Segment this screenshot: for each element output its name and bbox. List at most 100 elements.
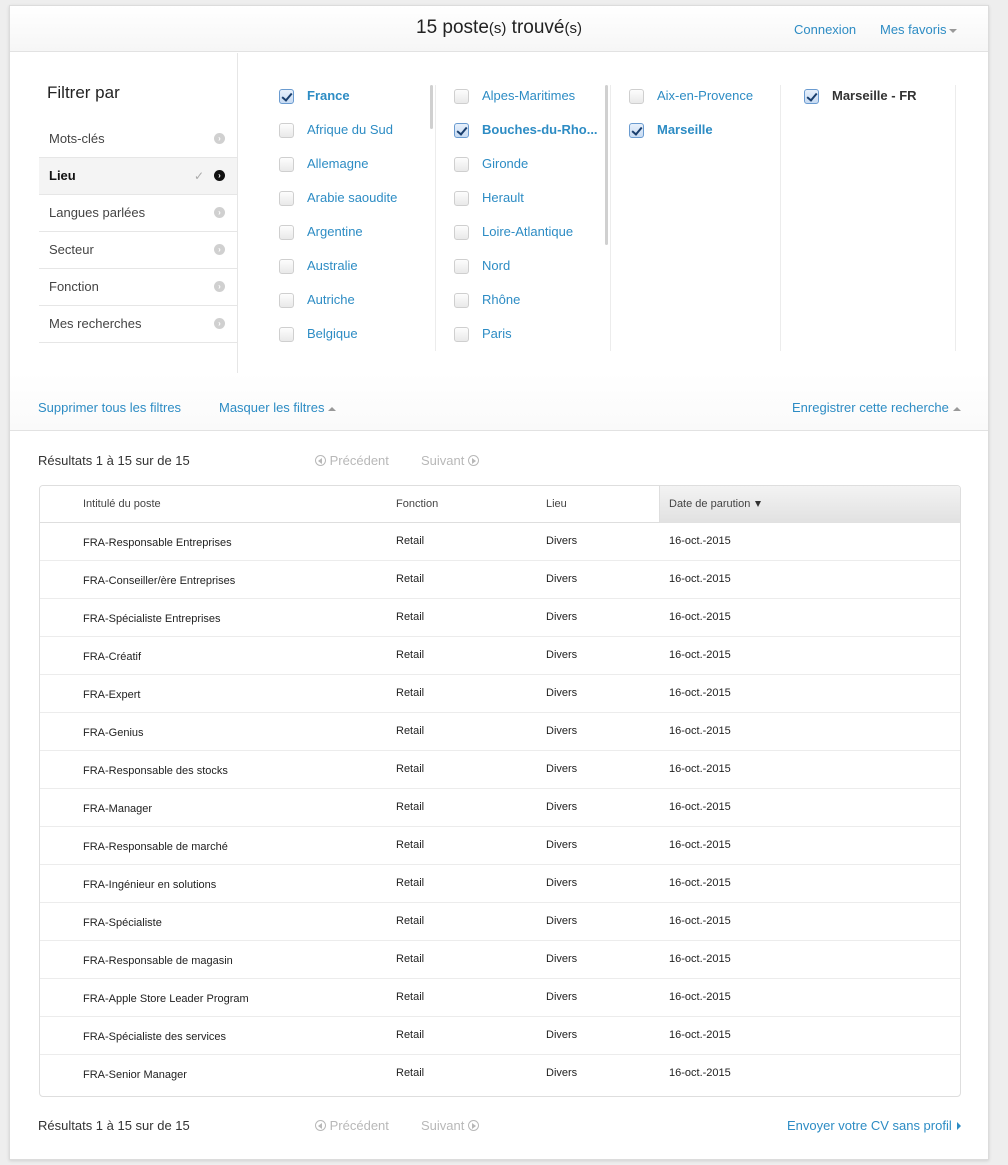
job-title-link[interactable]: FRA-Conseiller/ère Entreprises (83, 575, 235, 587)
filter-category-5[interactable]: Mes recherches › (39, 306, 237, 343)
chevron-right-icon: › (214, 133, 225, 144)
checkbox[interactable] (454, 157, 469, 172)
hide-filters-link[interactable]: Masquer les filtres (219, 400, 337, 415)
option-label: Alpes-Maritimes (482, 88, 576, 103)
send-cv-link[interactable]: Envoyer votre CV sans profil (787, 1118, 961, 1133)
location-cell: Divers (546, 687, 578, 699)
job-title-link[interactable]: FRA-Responsable de marché (83, 841, 228, 853)
job-title-link[interactable]: FRA-Responsable Entreprises (83, 537, 232, 549)
results-table: Intitulé du poste Fonction Lieu Date de … (39, 485, 961, 1097)
option-label: Allemagne (307, 156, 369, 171)
checkbox[interactable] (454, 293, 469, 308)
function-cell: Retail (396, 763, 425, 775)
save-search-label: Enregistrer cette recherche (792, 400, 949, 415)
checkbox[interactable] (279, 157, 294, 172)
filter-category-1[interactable]: Lieu ✓ › (39, 158, 237, 195)
date-cell: 16-oct.-2015 (669, 1029, 731, 1041)
filter-category-3[interactable]: Secteur › (39, 232, 237, 269)
table-row[interactable]: FRA-Senior Manager Retail Divers 16-oct.-20… (40, 1055, 960, 1093)
checkbox[interactable] (279, 89, 294, 104)
column-header-function[interactable]: Fonction (396, 498, 438, 510)
job-title-link[interactable]: FRA-Spécialiste (83, 917, 162, 929)
job-title-link[interactable]: FRA-Expert (83, 689, 140, 701)
table-row[interactable]: FRA-Ingénieur en solutions Retail Divers 16… (40, 865, 960, 903)
results-summary-bottom: Résultats 1 à 15 sur de 15 (38, 1118, 190, 1133)
checkbox[interactable] (454, 123, 469, 138)
chevron-up-icon (952, 406, 961, 411)
country-scrollbar[interactable] (430, 85, 433, 129)
checkbox[interactable] (279, 293, 294, 308)
column-header-date[interactable]: Date de parution (669, 498, 762, 510)
table-row[interactable]: FRA-Spécialiste Entreprises Retail Divers 1… (40, 599, 960, 637)
job-title-link[interactable]: FRA-Manager (83, 803, 152, 815)
job-title-link[interactable]: FRA-Responsable des stocks (83, 765, 228, 777)
date-cell: 16-oct.-2015 (669, 801, 731, 813)
next-button-top[interactable]: Suivant (421, 453, 479, 468)
next-label: Suivant (421, 453, 465, 468)
favoris-menu[interactable]: Mes favoris (880, 22, 958, 37)
checkbox[interactable] (454, 89, 469, 104)
table-row[interactable]: FRA-Spécialiste Retail Divers 16-oct.-2015 (40, 903, 960, 941)
job-title-link[interactable]: FRA-Senior Manager (83, 1069, 187, 1081)
option-label: Arabie saoudite (307, 190, 398, 205)
job-title-link[interactable]: FRA-Spécialiste des services (83, 1031, 226, 1043)
checkbox[interactable] (279, 327, 294, 342)
title-count: 15 poste (416, 17, 489, 38)
function-cell: Retail (396, 1067, 425, 1079)
job-title-link[interactable]: FRA-Créatif (83, 651, 141, 663)
checkbox[interactable] (279, 191, 294, 206)
next-button-bottom[interactable]: Suivant (421, 1118, 479, 1133)
table-row[interactable]: FRA-Conseiller/ère Entreprises Retail Dive… (40, 561, 960, 599)
filter-category-2[interactable]: Langues parlées › (39, 195, 237, 232)
table-row[interactable]: FRA-Genius Retail Divers 16-oct.-2015 (40, 713, 960, 751)
checkbox[interactable] (279, 123, 294, 138)
option-label: Aix-en-Provence (657, 88, 754, 103)
job-title-link[interactable]: FRA-Apple Store Leader Program (83, 993, 249, 1005)
checkbox[interactable] (804, 89, 819, 104)
filter-panel: Filtrer par Mots-clés › Lieu ✓ › Langues parl… (10, 53, 988, 431)
table-row[interactable]: FRA-Apple Store Leader Program Retail Dive… (40, 979, 960, 1017)
save-search-link[interactable]: Enregistrer cette recherche (792, 400, 961, 415)
next-label: Suivant (421, 1118, 465, 1133)
filter-category-label: Fonction (49, 279, 99, 294)
checkbox[interactable] (454, 191, 469, 206)
job-title-link[interactable]: FRA-Ingénieur en solutions (83, 879, 216, 891)
clear-filters-link[interactable]: Supprimer tous les filtres (38, 400, 181, 415)
option-label: Rhône (482, 292, 521, 307)
filter-category-0[interactable]: Mots-clés › (39, 121, 237, 158)
table-row[interactable]: FRA-Expert Retail Divers 16-oct.-2015 (40, 675, 960, 713)
column-header-location[interactable]: Lieu (546, 498, 567, 510)
connexion-link[interactable]: Connexion (794, 22, 856, 37)
location-cell: Divers (546, 763, 578, 775)
table-row[interactable]: FRA-Responsable de marché Retail Divers 16-… (40, 827, 960, 865)
checkbox[interactable] (279, 259, 294, 274)
column-header-title[interactable]: Intitulé du poste (83, 498, 161, 510)
table-row[interactable]: FRA-Responsable Entreprises Retail Divers 1… (40, 523, 960, 561)
filter-category-label: Mots-clés (49, 131, 105, 146)
checkbox[interactable] (454, 327, 469, 342)
filter-category-menu: Mots-clés › Lieu ✓ › Langues parlées › Secteur ›… (39, 121, 237, 343)
prev-button-bottom[interactable]: Précédent (315, 1118, 389, 1133)
checkbox[interactable] (629, 123, 644, 138)
table-row[interactable]: FRA-Manager Retail Divers 16-oct.-2015 (40, 789, 960, 827)
job-title-link[interactable]: FRA-Genius (83, 727, 144, 739)
date-cell: 16-oct.-2015 (669, 649, 731, 661)
table-row[interactable]: FRA-Responsable des stocks Retail Divers 16… (40, 751, 960, 789)
checkbox[interactable] (454, 225, 469, 240)
checkbox[interactable] (454, 259, 469, 274)
title-plural-1: (s) (488, 20, 507, 37)
job-title-link[interactable]: FRA-Spécialiste Entreprises (83, 613, 221, 625)
table-row[interactable]: FRA-Responsable de magasin Retail Divers 16… (40, 941, 960, 979)
filter-category-4[interactable]: Fonction › (39, 269, 237, 306)
divider (10, 430, 988, 431)
table-row[interactable]: FRA-Spécialiste des services Retail Divers… (40, 1017, 960, 1055)
location-cell: Divers (546, 649, 578, 661)
checkbox[interactable] (279, 225, 294, 240)
function-cell: Retail (396, 535, 425, 547)
table-row[interactable]: FRA-Créatif Retail Divers 16-oct.-2015 (40, 637, 960, 675)
job-title-link[interactable]: FRA-Responsable de magasin (83, 955, 233, 967)
prev-button-top[interactable]: Précédent (315, 453, 389, 468)
region-scrollbar[interactable] (605, 85, 608, 245)
checkbox[interactable] (629, 89, 644, 104)
option-label: Argentine (307, 224, 363, 239)
